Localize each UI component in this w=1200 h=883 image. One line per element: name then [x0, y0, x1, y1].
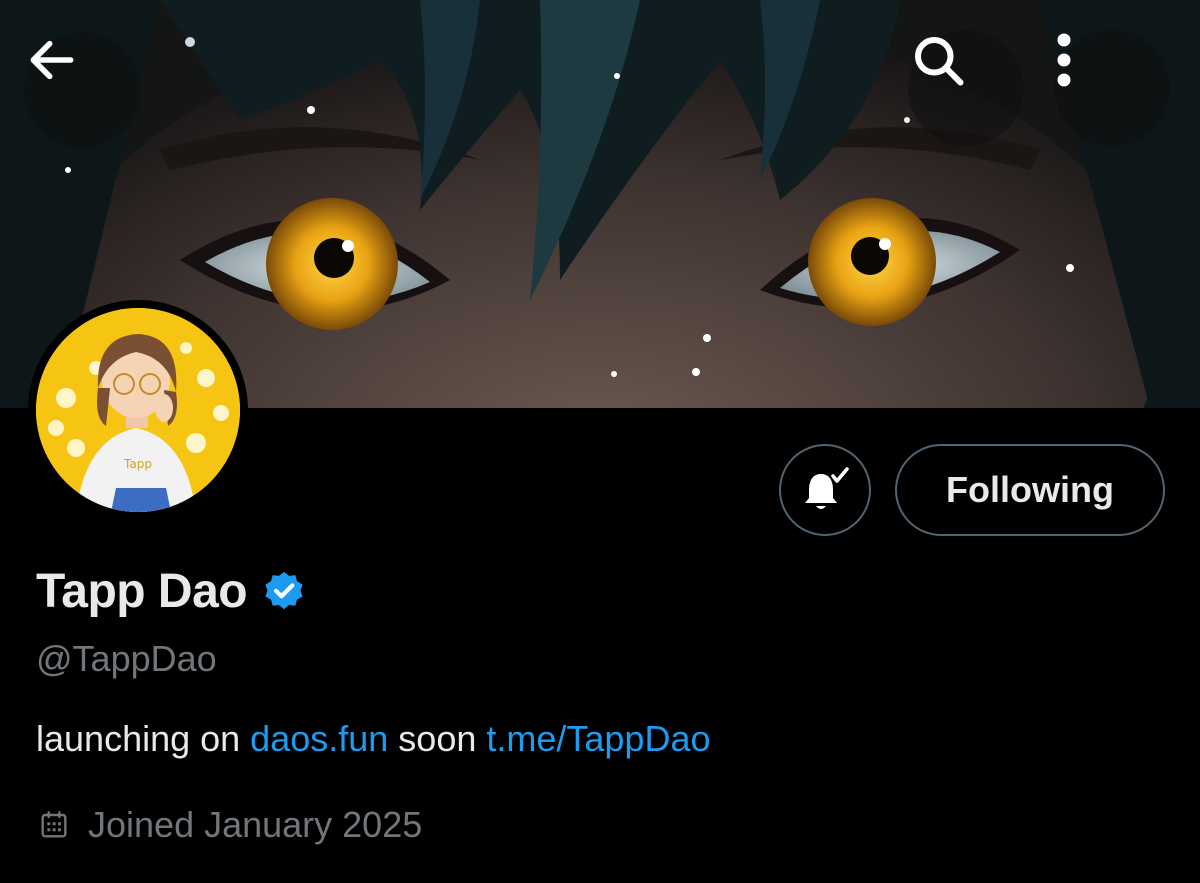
bio-link-telegram[interactable]: t.me/TappDao: [486, 718, 710, 759]
avatar-image: Tapp: [36, 308, 240, 512]
more-vertical-icon: [1057, 33, 1071, 87]
bio-text: soon: [388, 718, 487, 759]
bio-link-daos[interactable]: daos.fun: [250, 718, 388, 759]
user-handle: @TappDao: [36, 638, 217, 679]
bell-subscribed-icon: [805, 467, 849, 509]
joined-date: Joined January 2025: [38, 804, 422, 846]
back-button[interactable]: [24, 32, 140, 148]
search-icon: [915, 37, 964, 86]
display-name: Tapp Dao: [36, 565, 248, 618]
svg-text:Tapp: Tapp: [123, 457, 152, 471]
search-button[interactable]: [908, 30, 1024, 146]
bio-text: launching on: [36, 718, 251, 759]
notifications-button[interactable]: [779, 444, 871, 536]
arrow-left-icon: [30, 40, 74, 80]
following-button[interactable]: Following: [895, 444, 1165, 536]
profile-page: Tapp Following Tapp Dao @TappDao launchi…: [0, 0, 1200, 883]
avatar[interactable]: Tapp: [28, 300, 248, 520]
calendar-icon: [41, 811, 67, 838]
more-options-button[interactable]: [1054, 30, 1170, 146]
name-row: Tapp Dao: [36, 564, 307, 619]
joined-text: Joined January 2025: [88, 804, 423, 845]
verified-badge-icon[interactable]: [261, 569, 307, 615]
profile-bio: launching on daos.fun soon t.me/TappDao: [36, 718, 711, 760]
